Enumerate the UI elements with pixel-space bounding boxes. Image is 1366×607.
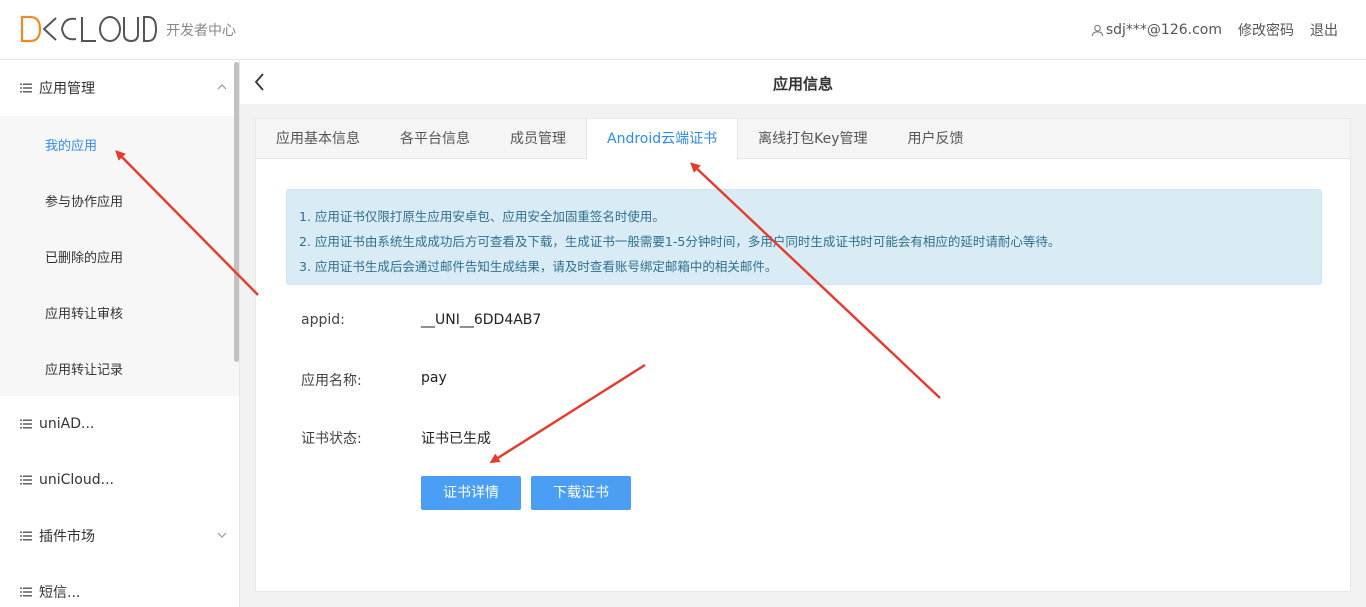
sidebar-group-label: 应用管理 [39, 81, 95, 97]
tab-member-management[interactable]: 成员管理 [490, 119, 586, 159]
list-icon [20, 587, 32, 597]
sidebar-group-unicloud[interactable]: uniCloud... [0, 452, 239, 508]
dcloud-logo-icon [20, 15, 158, 43]
sidebar-group-label: uniCloud... [39, 472, 114, 488]
sidebar-group-uniad[interactable]: uniAD... [0, 396, 239, 452]
user-email: sdj***@126.com [1105, 22, 1222, 38]
notice-line: 3. 应用证书生成后会通过邮件告知生成结果，请及时查看账号绑定邮箱中的相关邮件。 [299, 259, 778, 274]
list-icon [20, 475, 32, 485]
sidebar-item-my-apps[interactable]: 我的应用 [0, 116, 239, 172]
sidebar-item-transfer-review[interactable]: 应用转让审核 [0, 284, 239, 340]
sidebar: 应用管理 我的应用 参与协作应用 已删除的应用 应用转让审核 应用转让记录 un… [0, 60, 240, 607]
sidebar-item-deleted-apps[interactable]: 已删除的应用 [0, 228, 239, 284]
sidebar-group-label: 插件市场 [39, 529, 95, 545]
user-account[interactable]: sdj***@126.com [1091, 22, 1222, 38]
notice-line: 2. 应用证书由系统生成成功后方可查看及下载，生成证书一般需要1-5分钟时间，多… [299, 234, 1061, 249]
page-title: 应用信息 [772, 75, 833, 93]
sidebar-item-collab-apps[interactable]: 参与协作应用 [0, 172, 239, 228]
chevron-down-icon [217, 532, 227, 538]
chevron-up-icon [217, 84, 227, 90]
sidebar-group-sms[interactable]: 短信... [0, 564, 239, 607]
list-icon [20, 531, 32, 541]
header-user-area: sdj***@126.com 修改密码 退出 [1091, 20, 1338, 40]
sidebar-group-app-management[interactable]: 应用管理 [0, 60, 239, 116]
tab-platform-info[interactable]: 各平台信息 [380, 119, 490, 159]
sidebar-item-transfer-records[interactable]: 应用转让记录 [0, 340, 239, 396]
submenu-app-management: 我的应用 参与协作应用 已删除的应用 应用转让审核 应用转让记录 [0, 116, 239, 396]
app-name-label: 应用名称: [301, 373, 362, 389]
top-header: 开发者中心 sdj***@126.com 修改密码 退出 [0, 0, 1366, 60]
logout-link[interactable]: 退出 [1310, 20, 1338, 40]
notice-box: 1. 应用证书仅限打原生应用安卓包、应用安全加固重签名时使用。 2. 应用证书由… [286, 189, 1322, 285]
appid-value: __UNI__6DD4AB7 [421, 312, 542, 328]
tab-basic-info[interactable]: 应用基本信息 [256, 119, 380, 159]
change-password-link[interactable]: 修改密码 [1238, 20, 1294, 40]
content-header: 应用信息 [240, 60, 1366, 104]
app-name-value: pay [421, 370, 447, 386]
tab-user-feedback[interactable]: 用户反馈 [888, 119, 984, 159]
list-icon [20, 419, 32, 429]
cert-detail-button[interactable]: 证书详情 [421, 476, 521, 510]
appid-label: appid: [301, 312, 345, 328]
main-content: 应用信息 应用基本信息 各平台信息 成员管理 Android云端证书 离线打包K… [240, 60, 1366, 607]
list-icon [20, 83, 32, 93]
sidebar-group-label: uniAD... [39, 416, 95, 432]
cert-status-value: 证书已生成 [421, 431, 491, 447]
app-info-card: 应用基本信息 各平台信息 成员管理 Android云端证书 离线打包Key管理 … [255, 118, 1351, 592]
sidebar-group-label: 短信... [39, 585, 81, 601]
portal-subtitle: 开发者中心 [166, 23, 236, 39]
notice-line: 1. 应用证书仅限打原生应用安卓包、应用安全加固重签名时使用。 [299, 209, 665, 224]
sidebar-scrollbar[interactable] [234, 62, 239, 362]
tab-bar: 应用基本信息 各平台信息 成员管理 Android云端证书 离线打包Key管理 … [256, 119, 1350, 160]
user-icon [1091, 24, 1103, 36]
tab-android-cloud-cert[interactable]: Android云端证书 [586, 119, 739, 160]
dcloud-logo[interactable] [20, 14, 158, 44]
sidebar-group-plugin-market[interactable]: 插件市场 [0, 508, 239, 564]
tab-offline-key-management[interactable]: 离线打包Key管理 [738, 119, 887, 159]
download-cert-button[interactable]: 下载证书 [531, 476, 631, 510]
cert-status-label: 证书状态: [301, 431, 362, 447]
